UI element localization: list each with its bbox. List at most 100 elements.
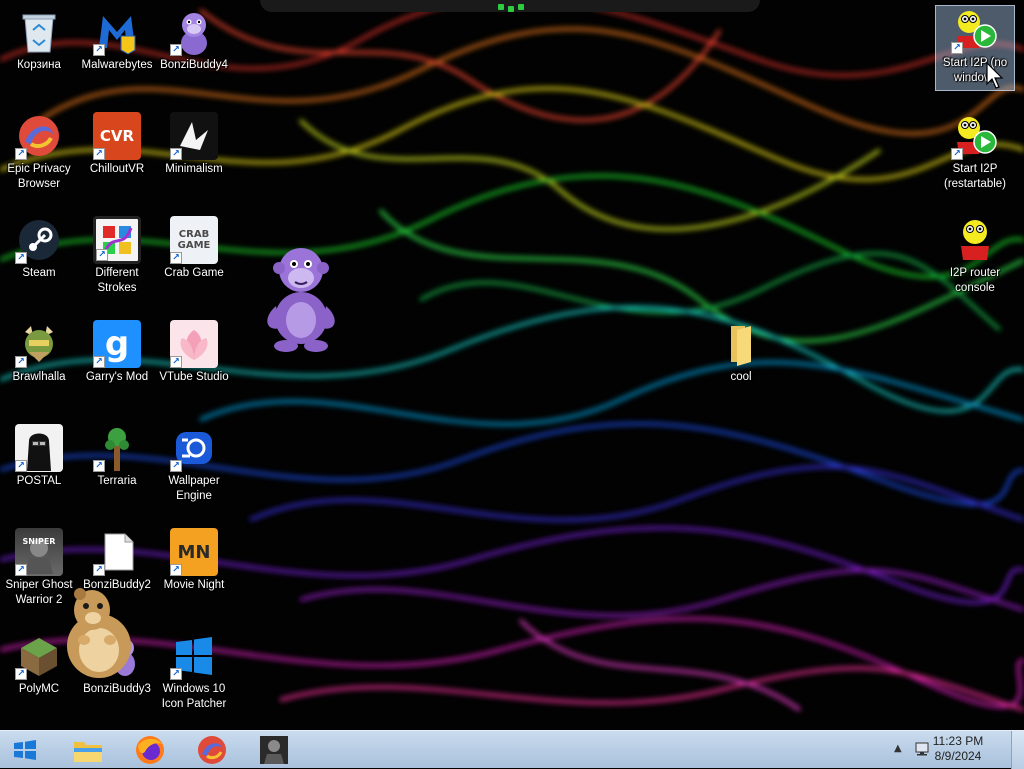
- shortcut-arrow-icon: ↗: [96, 249, 108, 261]
- steam-icon: ↗: [15, 216, 63, 264]
- icon-label: Steam: [22, 267, 56, 279]
- icon-label: Windows 10 Icon Patcher: [161, 683, 227, 710]
- icon-label: BonziBuddy3: [83, 683, 151, 695]
- windows-start-icon: [14, 740, 36, 760]
- icon-label: Malwarebytes: [81, 59, 153, 71]
- icon-label: Terraria: [97, 475, 137, 487]
- icon-label: VTube Studio: [159, 371, 229, 383]
- desktop-icon-windows-10-icon-patcher[interactable]: ↗ Windows 10 Icon Patcher: [155, 632, 233, 712]
- shortcut-arrow-icon: ↗: [93, 564, 105, 576]
- desktop-icon-start-i2p-restartable[interactable]: ↗ Start I2P (restartable): [936, 112, 1014, 192]
- bonzibuddy-character[interactable]: [258, 240, 344, 352]
- i2p-start-icon: ↗: [951, 6, 999, 54]
- desktop-icon-bonzibuddy4[interactable]: ↗ BonziBuddy4: [155, 8, 233, 73]
- shortcut-arrow-icon: ↗: [170, 564, 182, 576]
- shortcut-arrow-icon: ↗: [15, 356, 27, 368]
- icon-label: Different Strokes: [95, 267, 139, 294]
- show-desktop-button[interactable]: [1011, 731, 1024, 769]
- taskbar-epic-browser[interactable]: [190, 734, 234, 766]
- icon-label: Start I2P (restartable): [944, 163, 1006, 190]
- taskbar-file-explorer[interactable]: [66, 734, 110, 766]
- movie-night-icon: MN ↗: [170, 528, 218, 576]
- icon-label: Wallpaper Engine: [168, 475, 220, 502]
- bonzibuddy-icon: ↗: [170, 8, 218, 56]
- garrys-mod-icon: g ↗: [93, 320, 141, 368]
- shortcut-arrow-icon: ↗: [170, 356, 182, 368]
- brawlhalla-icon: ↗: [15, 320, 63, 368]
- vtube-studio-icon: ↗: [170, 320, 218, 368]
- icon-label: Movie Night: [163, 579, 225, 591]
- desktop-icon-brawlhalla[interactable]: ↗ Brawlhalla: [0, 320, 78, 385]
- sniper-ghost-warrior-icon: SNIPER ↗: [15, 528, 63, 576]
- desktop-icon-postal[interactable]: ↗ POSTAL: [0, 424, 78, 489]
- chilloutvr-icon: CVR ↗: [93, 112, 141, 160]
- clock-date: 8/9/2024: [934, 749, 982, 763]
- icon-label: Garry's Mod: [85, 371, 149, 383]
- mouse-cursor-icon: [986, 62, 1004, 89]
- clock[interactable]: 11:23 PM 8/9/2024: [918, 734, 998, 764]
- icon-label: Minimalism: [165, 163, 223, 175]
- icon-label: ChilloutVR: [89, 163, 145, 175]
- icon-label: cool: [730, 371, 752, 383]
- desktop-icon-garrys-mod[interactable]: g ↗ Garry's Mod: [78, 320, 156, 385]
- epic-browser-icon: [198, 736, 226, 764]
- desktop-icon-malwarebytes[interactable]: ↗ Malwarebytes: [78, 8, 156, 73]
- shortcut-arrow-icon: ↗: [93, 148, 105, 160]
- green-led-icon: [498, 4, 504, 10]
- garrys-mod-logo-text: g: [104, 324, 130, 364]
- show-hidden-icons-button[interactable]: ▲: [894, 743, 902, 754]
- shortcut-arrow-icon: ↗: [951, 148, 963, 160]
- desktop-icon-crab-game[interactable]: CRAB GAME ↗ Crab Game: [155, 216, 233, 281]
- postal-icon: ↗: [15, 424, 63, 472]
- taskbar-sniper-ghost-warrior[interactable]: [252, 734, 296, 766]
- chilloutvr-logo-text: CVR: [99, 127, 135, 145]
- shortcut-arrow-icon: ↗: [170, 252, 182, 264]
- icon-label: BonziBuddy4: [160, 59, 228, 71]
- wallpaper-engine-icon: ↗: [170, 424, 218, 472]
- icon-label: I2P router console: [949, 267, 1001, 294]
- minimalism-icon: ↗: [170, 112, 218, 160]
- desktop-icon-cool-folder[interactable]: cool: [702, 320, 780, 385]
- shortcut-arrow-icon: ↗: [93, 356, 105, 368]
- icon-label: Корзина: [17, 59, 61, 71]
- desktop-icon-movie-night[interactable]: MN ↗ Movie Night: [155, 528, 233, 593]
- windows-logo-icon: ↗: [170, 632, 218, 680]
- desktop-icon-i2p-router-console[interactable]: I2P router console: [936, 216, 1014, 296]
- hamster-character[interactable]: [62, 584, 136, 680]
- desktop-icon-minimalism[interactable]: ↗ Minimalism: [155, 112, 233, 177]
- shortcut-arrow-icon: ↗: [15, 460, 27, 472]
- clock-time: 11:23 PM: [932, 734, 984, 748]
- shortcut-arrow-icon: ↗: [951, 42, 963, 54]
- shortcut-arrow-icon: ↗: [170, 44, 182, 56]
- svg-text:SNIPER: SNIPER: [23, 537, 56, 546]
- desktop-icon-terraria[interactable]: ↗ Terraria: [78, 424, 156, 489]
- icon-label: Crab Game: [164, 267, 224, 279]
- malwarebytes-icon: ↗: [93, 8, 141, 56]
- firefox-icon: [136, 736, 164, 764]
- desktop-icon-steam[interactable]: ↗ Steam: [0, 216, 78, 281]
- desktop-icon-epic-privacy-browser[interactable]: ↗ Epic Privacy Browser: [0, 112, 78, 192]
- desktop-icon-chilloutvr[interactable]: CVR ↗ ChilloutVR: [78, 112, 156, 177]
- shortcut-arrow-icon: ↗: [93, 460, 105, 472]
- epic-browser-icon: ↗: [15, 112, 63, 160]
- icon-label: Brawlhalla: [12, 371, 66, 383]
- desktop-icon-different-strokes[interactable]: ↗ Different Strokes: [78, 216, 156, 296]
- taskbar-firefox[interactable]: [128, 734, 172, 766]
- desktop-icon-wallpaper-engine[interactable]: ↗ Wallpaper Engine: [155, 424, 233, 504]
- desktop-icon-vtube-studio[interactable]: ↗ VTube Studio: [155, 320, 233, 385]
- folder-icon: [717, 320, 765, 368]
- sniper-ghost-warrior-icon: [260, 736, 288, 764]
- start-button[interactable]: [10, 737, 44, 763]
- i2p-console-icon: [951, 216, 999, 264]
- movie-night-logo-text: MN: [177, 541, 211, 563]
- icon-label: Epic Privacy Browser: [7, 163, 71, 190]
- shortcut-arrow-icon: ↗: [170, 460, 182, 472]
- desktop-icon-recycle-bin[interactable]: Корзина: [0, 8, 78, 73]
- polymc-icon: ↗: [15, 632, 63, 680]
- shortcut-arrow-icon: ↗: [15, 252, 27, 264]
- shortcut-arrow-icon: ↗: [15, 148, 27, 160]
- taskbar: ▲ 11:23 PM 8/9/2024: [0, 730, 1024, 769]
- recycle-bin-icon: [15, 8, 63, 56]
- green-led-icon: [508, 6, 514, 12]
- shortcut-arrow-icon: ↗: [93, 44, 105, 56]
